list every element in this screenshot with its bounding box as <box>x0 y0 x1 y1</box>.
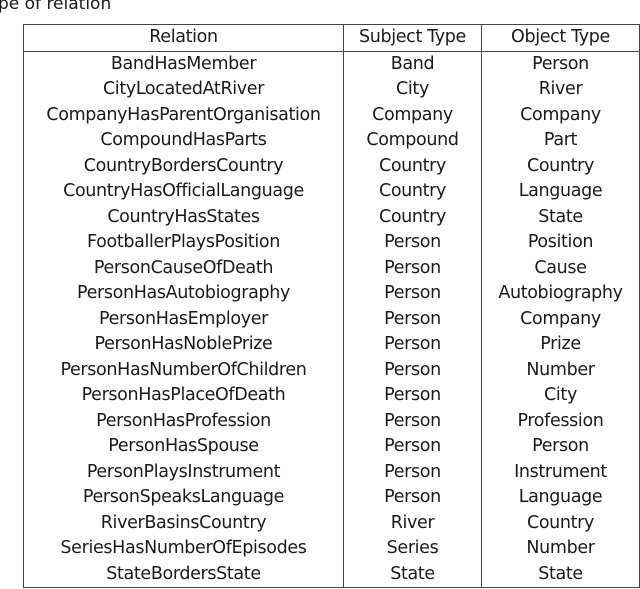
object-type-cell: State <box>481 204 640 230</box>
table-row: SeriesHasNumberOfEpisodes Series Number <box>24 536 640 562</box>
table-row: RiverBasinsCountry River Country <box>24 510 640 536</box>
table-row: PersonHasAutobiography Person Autobiograph… <box>24 281 640 307</box>
subject-type-cell: Series <box>343 536 482 562</box>
object-type-cell: Person <box>481 51 640 77</box>
relation-cell: PersonHasPlaceOfDeath <box>81 385 286 405</box>
header-object-type: Object Type <box>481 24 640 52</box>
object-type-cell: State <box>481 561 640 588</box>
subject-type-cell: Country <box>343 179 482 205</box>
table-row: PersonHasPlaceOfDeath Person City <box>24 383 640 409</box>
object-type-cell: Country <box>481 510 640 536</box>
relation-cell: PersonHasProfession <box>96 410 271 431</box>
table-row: CountryHasOfficialLanguage Country Languag… <box>24 179 640 205</box>
subject-type-cell: Country <box>343 153 482 179</box>
subject-type-cell: Person <box>343 459 482 485</box>
table-row: StateBordersState State State <box>24 561 640 588</box>
header-subject-type: Subject Type <box>343 24 482 52</box>
object-type-cell: Country <box>481 153 640 179</box>
table-row: PersonHasNumberOfChildren Person Number <box>24 357 640 383</box>
object-type-cell: Language <box>481 485 640 511</box>
subject-type-cell: Person <box>343 230 482 256</box>
subject-type-cell: Person <box>343 281 482 307</box>
object-type-cell: River <box>481 77 640 103</box>
relation-cell: PersonCauseOfDeath <box>93 257 274 278</box>
object-type-cell: City <box>481 383 640 409</box>
subject-type-cell: Band <box>343 51 482 77</box>
subject-type-cell: Country <box>343 204 482 230</box>
relation-cell: PersonHasNumberOfChildren <box>60 359 307 380</box>
object-type-cell: Company <box>481 306 640 332</box>
table-body: BandHasMember Band Person CityLocatedAtRive… <box>24 51 640 588</box>
relation-cell: PersonHasAutobiography <box>77 283 290 303</box>
subject-type-cell: State <box>343 561 482 588</box>
subject-type-cell: Company <box>343 102 482 128</box>
table-row: CountryHasStates Country State <box>24 204 640 230</box>
relation-cell: PersonHasSpouse <box>108 436 259 456</box>
object-type-cell: Person <box>481 434 640 460</box>
table-row: PersonPlaysInstrument Person Instrument <box>24 459 640 485</box>
subject-type-cell: City <box>343 77 482 103</box>
relation-cell: SeriesHasNumberOfEpisodes <box>60 538 307 558</box>
table-row: CityLocatedAtRiver City River <box>24 77 640 103</box>
relation-types-table: Relation Subject Type Object Type BandHa… <box>23 24 640 588</box>
relation-cell: RiverBasinsCountry <box>100 512 267 533</box>
relation-cell: StateBordersState <box>106 563 261 584</box>
relation-cell: CompoundHasParts <box>100 130 267 150</box>
table-caption: pe of relation <box>0 0 112 14</box>
relation-cell: FootballerPlaysPosition <box>87 232 280 252</box>
object-type-cell: Autobiography <box>481 281 640 307</box>
subject-type-cell: River <box>343 510 482 536</box>
object-type-cell: Number <box>481 536 640 562</box>
subject-type-cell: Compound <box>343 128 482 154</box>
relation-cell: PersonHasEmployer <box>99 308 268 329</box>
relation-cell: CityLocatedAtRiver <box>102 79 265 99</box>
table-row: CompoundHasParts Compound Part <box>24 128 640 154</box>
object-type-cell: Position <box>481 230 640 256</box>
relation-cell: CountryBordersCountry <box>83 155 284 176</box>
object-type-cell: Profession <box>481 408 640 434</box>
table-row: PersonSpeaksLanguage Person Language <box>24 485 640 511</box>
object-type-cell: Company <box>481 102 640 128</box>
subject-type-cell: Person <box>343 357 482 383</box>
relation-cell: CountryHasOfficialLanguage <box>63 181 304 201</box>
table-row: BandHasMember Band Person <box>24 51 640 77</box>
relation-cell: CompanyHasParentOrganisation <box>46 104 321 125</box>
relation-cell: BandHasMember <box>110 53 257 74</box>
object-type-cell: Number <box>481 357 640 383</box>
table-row: PersonHasNoblePrize Person Prize <box>24 332 640 358</box>
object-type-cell: Instrument <box>481 459 640 485</box>
relation-cell: PersonSpeaksLanguage <box>82 487 285 507</box>
subject-type-cell: Person <box>343 485 482 511</box>
subject-type-cell: Person <box>343 255 482 281</box>
table-row: PersonHasProfession Person Profession <box>24 408 640 434</box>
table-row: CountryBordersCountry Country Country <box>24 153 640 179</box>
object-type-cell: Language <box>481 179 640 205</box>
subject-type-cell: Person <box>343 408 482 434</box>
table-row: FootballerPlaysPosition Person Position <box>24 230 640 256</box>
relation-cell: CountryHasStates <box>107 206 260 227</box>
subject-type-cell: Person <box>343 434 482 460</box>
table-row: PersonHasEmployer Person Company <box>24 306 640 332</box>
relation-cell: PersonPlaysInstrument <box>86 461 281 482</box>
table-row: PersonHasSpouse Person Person <box>24 434 640 460</box>
header-relation: Relation <box>23 24 344 52</box>
object-type-cell: Cause <box>481 255 640 281</box>
header-row: Relation Subject Type Object Type <box>23 24 640 52</box>
object-type-cell: Prize <box>481 332 640 358</box>
table-row: CompanyHasParentOrganisation Company Compa… <box>24 102 640 128</box>
relation-cell: PersonHasNoblePrize <box>94 334 273 354</box>
object-type-cell: Part <box>481 128 640 154</box>
subject-type-cell: Person <box>343 306 482 332</box>
table-row: PersonCauseOfDeath Person Cause <box>24 255 640 281</box>
subject-type-cell: Person <box>343 332 482 358</box>
subject-type-cell: Person <box>343 383 482 409</box>
